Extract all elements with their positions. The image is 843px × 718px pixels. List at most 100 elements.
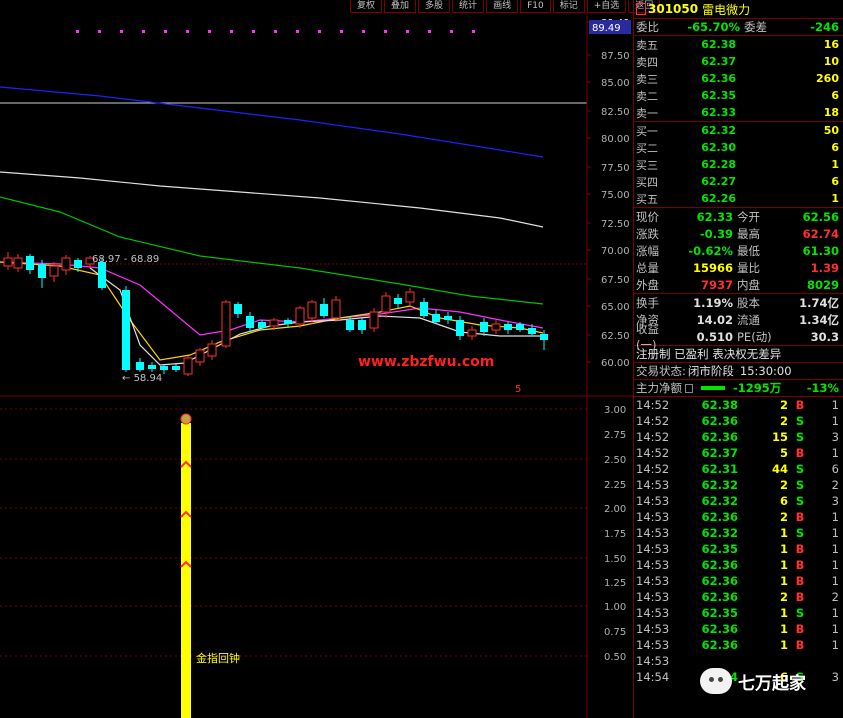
- wechat-icon: [700, 668, 732, 694]
- book-volume: 6: [831, 175, 839, 188]
- tick-side: B: [795, 542, 805, 556]
- tick-count: 3: [831, 430, 839, 444]
- ask-row[interactable]: 卖三 62.36 260: [634, 70, 843, 87]
- quote-row: 外盘 7937 内盘 8029: [634, 276, 843, 293]
- tick-side: B: [795, 622, 805, 636]
- fundamentals: 换手 1.19% 股本 1.74亿 净资 14.02 流通 1.34亿 收益(一) 0.510 PE…: [634, 293, 843, 352]
- kline-chart[interactable]: 68.97 - 68.89 ← 58.94 www.zbzfwu.com 5 8…: [0, 0, 633, 718]
- indicator-axis-label: 1.00: [604, 602, 626, 613]
- book-price: 62.35: [701, 89, 736, 102]
- tick-count: 1: [831, 446, 839, 460]
- tick-count: 2: [831, 590, 839, 604]
- signal-dot: [76, 30, 79, 33]
- tick-row: 14:53 62.35 1 S 1: [634, 605, 843, 621]
- tick-side: B: [795, 574, 805, 588]
- tick-count: 3: [831, 670, 839, 684]
- trade-status-time: 15:30:00: [739, 364, 792, 378]
- fundamental-row: 收益(一) 0.510 PE(动) 30.3: [634, 322, 843, 352]
- fundamental-row: 换手 1.19% 股本 1.74亿: [634, 294, 843, 311]
- book-volume: 10: [823, 55, 839, 68]
- fundamental-label: 股本: [737, 295, 760, 310]
- candle: [320, 298, 328, 318]
- bid-row[interactable]: 买四 62.27 6: [634, 173, 843, 190]
- fundamental-value: 30.3: [810, 329, 839, 344]
- indicator-axis-label: 2.50: [604, 455, 626, 466]
- book-level-label: 买五: [636, 192, 658, 206]
- quote-label: 量比: [737, 260, 760, 275]
- bid-row[interactable]: 买二 62.30 6: [634, 139, 843, 156]
- book-level-label: 卖一: [636, 106, 658, 120]
- tick-price: 62.36: [701, 638, 738, 652]
- indicator-axis-label: 1.50: [604, 554, 626, 565]
- tick-count: 3: [831, 494, 839, 508]
- signal-dot: [428, 30, 431, 33]
- stock-header[interactable]: 301050 雷电微力: [634, 0, 843, 18]
- tick-volume: 15: [771, 430, 788, 444]
- book-level-label: 买三: [636, 158, 658, 172]
- candle: [369, 308, 379, 332]
- tick-volume: 1: [779, 542, 788, 556]
- tick-time: 14:52: [636, 462, 670, 476]
- status-tags-text: 注册制 已盈利 表决权无差异: [636, 347, 782, 361]
- tick-count: 1: [831, 574, 839, 588]
- book-level-label: 卖三: [636, 72, 658, 86]
- tick-time: 14:52: [636, 446, 670, 460]
- tick-row: 14:52 62.36 2 S 1: [634, 413, 843, 429]
- indicator-axis-label: 2.00: [604, 504, 626, 515]
- ask-row[interactable]: 卖一 62.33 18: [634, 104, 843, 121]
- tick-time: 14:53: [636, 638, 670, 652]
- book-volume: 18: [823, 106, 839, 119]
- tick-row: 14:53 62.36 2 B 2: [634, 589, 843, 605]
- tick-side: S: [795, 494, 805, 508]
- quote-row: 涨跌 -0.39 最高 62.74: [634, 225, 843, 242]
- quote-row: 总量 15966 量比 1.39: [634, 259, 843, 276]
- stock-code: 301050: [648, 2, 699, 16]
- tick-count: 1: [831, 398, 839, 412]
- candle: [358, 318, 366, 334]
- price-axis-label: 67.50: [601, 275, 630, 286]
- tick-list[interactable]: 14:52 62.38 2 B 1 14:52 62.36 2 S 1 14:52 62.36 15 S 3…: [634, 396, 843, 685]
- candle: [221, 300, 231, 348]
- tick-volume: 2: [779, 478, 788, 492]
- tick-time: 14:54: [636, 670, 670, 684]
- bid-row[interactable]: 买一 62.32 50: [634, 122, 843, 139]
- tick-volume: 1: [779, 574, 788, 588]
- status-tags: 注册制 已盈利 表决权无差异: [634, 345, 843, 362]
- current-price-label: 89.49: [592, 23, 621, 34]
- tick-price: 62.38: [701, 398, 738, 412]
- price-axis: 89.49 87.50 85.00 82.50 80.00 77.50 75.00 72.50…: [587, 18, 630, 369]
- tick-row: 14:52 62.31 44 S 6: [634, 461, 843, 477]
- price-axis-label: 60.00: [601, 358, 630, 369]
- tick-volume: 2: [779, 414, 788, 428]
- quote-label: 最高: [737, 226, 760, 241]
- signal-dot: [142, 30, 145, 33]
- bid-row[interactable]: 买三 62.28 1: [634, 156, 843, 173]
- signal-dot: [230, 30, 233, 33]
- ask-row[interactable]: 卖五 62.38 16: [634, 36, 843, 53]
- tick-count: 2: [831, 478, 839, 492]
- signal-dot: [296, 30, 299, 33]
- ask-row[interactable]: 卖二 62.35 6: [634, 87, 843, 104]
- tick-time: 14:53: [636, 590, 670, 604]
- price-axis-label: 87.50: [601, 51, 630, 62]
- tick-count: 1: [831, 558, 839, 572]
- tick-price: 62.37: [701, 446, 738, 460]
- candle: [467, 326, 477, 340]
- low-price-label: ← 58.94: [122, 373, 162, 384]
- book-level-label: 买四: [636, 175, 658, 189]
- ask-row[interactable]: 卖四 62.37 10: [634, 53, 843, 70]
- price-axis-label: 80.00: [601, 134, 630, 145]
- quote-label: 今开: [737, 209, 760, 224]
- indicator-axis-label: 0.50: [604, 652, 626, 663]
- book-price: 62.33: [701, 106, 736, 119]
- quote-value: -0.62%: [688, 243, 733, 258]
- candle: [432, 310, 440, 324]
- candle: [3, 252, 13, 270]
- bid-row[interactable]: 买五 62.26 1: [634, 190, 843, 207]
- price-axis-label: 77.50: [601, 163, 630, 174]
- main-flow-row[interactable]: 主力净额 -1295万 -13%: [634, 379, 843, 396]
- tick-time: 14:53: [636, 510, 670, 524]
- tick-count: 1: [831, 510, 839, 524]
- candle: [504, 322, 512, 334]
- tick-volume: 44: [771, 462, 788, 476]
